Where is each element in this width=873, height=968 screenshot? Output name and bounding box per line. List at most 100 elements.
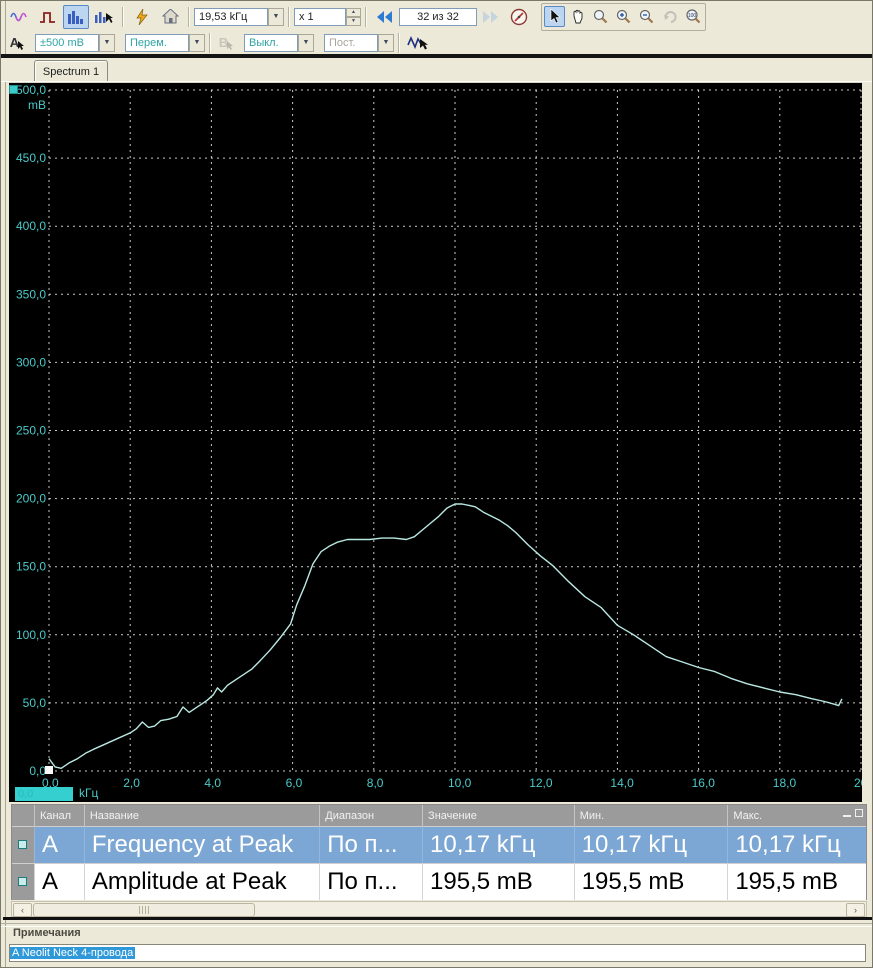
buffer-position-field[interactable]: 32 из 32 <box>399 7 477 26</box>
header-min[interactable]: Мин. <box>573 805 728 826</box>
toolbar-separator <box>365 6 367 27</box>
measurements-table: Канал Название Диапазон Значение Мин. Ма… <box>11 804 867 900</box>
svg-text:14,0: 14,0 <box>610 776 634 790</box>
svg-text:400,0: 400,0 <box>16 219 46 233</box>
svg-text:350,0: 350,0 <box>16 287 46 301</box>
svg-text:6,0: 6,0 <box>286 776 303 790</box>
row-color-swatch[interactable] <box>18 877 27 886</box>
expand-icon[interactable] <box>855 809 863 817</box>
zoom-out-icon[interactable] <box>636 6 657 27</box>
buffer-navigator-icon[interactable] <box>506 5 532 29</box>
waveform-cursor-icon[interactable] <box>405 31 431 55</box>
svg-text:0,0: 0,0 <box>29 764 46 778</box>
sample-rate-dropdown-button[interactable]: ▼ <box>268 7 284 26</box>
window-frame-edge <box>5 1 6 967</box>
table-corner-icons <box>843 809 863 817</box>
scope-view-icon[interactable] <box>7 5 33 29</box>
x-axis-unit-label: kГц <box>79 786 99 800</box>
svg-text:2,0: 2,0 <box>123 776 140 790</box>
svg-text:50,0: 50,0 <box>23 696 47 710</box>
toolbar-separator <box>122 6 124 27</box>
header-gutter <box>12 805 34 826</box>
sample-rate-field[interactable]: 19,53 kГц <box>194 7 268 26</box>
channel-a-options-icon[interactable]: A <box>7 32 28 53</box>
app-window: 19,53 kГц ▼ x 1 ▲ ▼ 32 из 32 100 A ±500 … <box>0 0 873 968</box>
header-max[interactable]: Макс. <box>727 805 866 826</box>
notes-selected-text: A Neolit Neck 4-провода <box>10 947 136 959</box>
scrollbar-thumb[interactable] <box>33 903 255 917</box>
svg-text:150,0: 150,0 <box>16 560 46 574</box>
notes-input[interactable]: A Neolit Neck 4-провода <box>9 944 866 962</box>
zoom-tool-group: 100 <box>541 2 706 31</box>
svg-text:500,0: 500,0 <box>16 83 46 97</box>
scroll-right-button[interactable]: › <box>846 903 865 917</box>
collapse-icon[interactable] <box>843 809 851 817</box>
channel-b-coupling-dropdown-button[interactable]: ▼ <box>378 33 394 52</box>
channel-b-options-icon[interactable]: B <box>216 32 237 53</box>
content-bottom-edge <box>3 917 872 920</box>
header-range[interactable]: Диапазон <box>319 805 422 826</box>
channel-a-range-field[interactable]: ±500 mB <box>35 33 99 52</box>
svg-text:100: 100 <box>687 13 696 19</box>
header-value[interactable]: Значение <box>422 805 574 826</box>
tab-spectrum-1[interactable]: Spectrum 1 <box>34 60 108 83</box>
spectrum-plot-canvas[interactable]: 0,02,04,06,08,010,012,014,016,018,0200,0… <box>9 83 862 802</box>
svg-text:10,0: 10,0 <box>448 776 472 790</box>
spectrum-view-icon[interactable] <box>63 4 89 29</box>
table-row[interactable]: A Frequency at Peak По п... 10,17 kГц 10… <box>12 826 866 863</box>
table-row[interactable]: A Amplitude at Peak По п... 195,5 mB 195… <box>12 863 866 900</box>
spectrum-options-icon[interactable] <box>91 5 117 29</box>
measurements-header: Канал Название Диапазон Значение Мин. Ма… <box>12 805 866 826</box>
channel-toolbar: A ±500 mB ▼ Перем. ▼ B Выкл. ▼ Пост. ▼ <box>6 31 872 54</box>
zoom-in-icon[interactable] <box>613 6 634 27</box>
multiplier-field[interactable]: x 1 <box>294 7 346 26</box>
scroll-left-button[interactable]: ‹ <box>13 903 32 917</box>
channel-a-coupling-dropdown-button[interactable]: ▼ <box>189 33 205 52</box>
svg-text:200,0: 200,0 <box>16 492 46 506</box>
zoom-100-icon[interactable]: 100 <box>682 6 703 27</box>
toolbar-separator <box>188 6 190 27</box>
notes-divider <box>1 923 872 927</box>
header-channel[interactable]: Канал <box>33 805 84 826</box>
svg-text:18,0: 18,0 <box>773 776 797 790</box>
channel-a-coupling-field[interactable]: Перем. <box>125 33 189 52</box>
header-name[interactable]: Название <box>83 805 319 826</box>
marquee-zoom-icon[interactable] <box>590 6 611 27</box>
table-horizontal-scrollbar[interactable]: ‹ › <box>11 901 867 917</box>
svg-text:mB: mB <box>28 98 46 112</box>
hand-pan-icon[interactable] <box>567 6 588 27</box>
trigger-icon[interactable] <box>129 5 155 29</box>
channel-a-range-dropdown-button[interactable]: ▼ <box>99 33 115 52</box>
main-toolbar: 19,53 kГц ▼ x 1 ▲ ▼ 32 из 32 100 <box>6 2 872 32</box>
y-axis-handle[interactable] <box>9 85 18 94</box>
notes-label: Примечания <box>13 927 81 939</box>
x-axis-offset-selected[interactable]: 0,0 <box>15 787 73 801</box>
channel-b-coupling-field[interactable]: Пост. <box>324 33 378 52</box>
toolbar-separator <box>209 32 211 53</box>
svg-text:12,0: 12,0 <box>529 776 553 790</box>
next-buffer-icon[interactable] <box>478 5 504 29</box>
multiplier-spinner[interactable]: ▲ ▼ <box>346 7 361 26</box>
undo-zoom-icon[interactable] <box>659 6 680 27</box>
normal-cursor-icon[interactable] <box>544 6 565 27</box>
svg-text:8,0: 8,0 <box>367 776 384 790</box>
channel-b-mode-dropdown-button[interactable]: ▼ <box>298 33 314 52</box>
toolbar-separator <box>398 32 400 53</box>
channel-b-mode-field[interactable]: Выкл. <box>244 33 298 52</box>
svg-text:450,0: 450,0 <box>16 151 46 165</box>
origin-handle[interactable] <box>45 766 53 774</box>
home-icon[interactable] <box>157 5 183 29</box>
svg-text:100,0: 100,0 <box>16 628 46 642</box>
scrollbar-grip <box>139 906 149 914</box>
row-color-swatch[interactable] <box>18 840 27 849</box>
toolbar-separator <box>288 6 290 27</box>
tab-strip: Spectrum 1 <box>1 58 872 83</box>
svg-text:300,0: 300,0 <box>16 355 46 369</box>
svg-text:4,0: 4,0 <box>204 776 221 790</box>
svg-text:250,0: 250,0 <box>16 424 46 438</box>
spectrum-plot[interactable]: 0,02,04,06,08,010,012,014,016,018,0200,0… <box>9 82 862 802</box>
previous-buffer-icon[interactable] <box>372 5 398 29</box>
square-wave-view-icon[interactable] <box>35 5 61 29</box>
svg-text:20: 20 <box>854 776 862 790</box>
svg-text:16,0: 16,0 <box>692 776 716 790</box>
